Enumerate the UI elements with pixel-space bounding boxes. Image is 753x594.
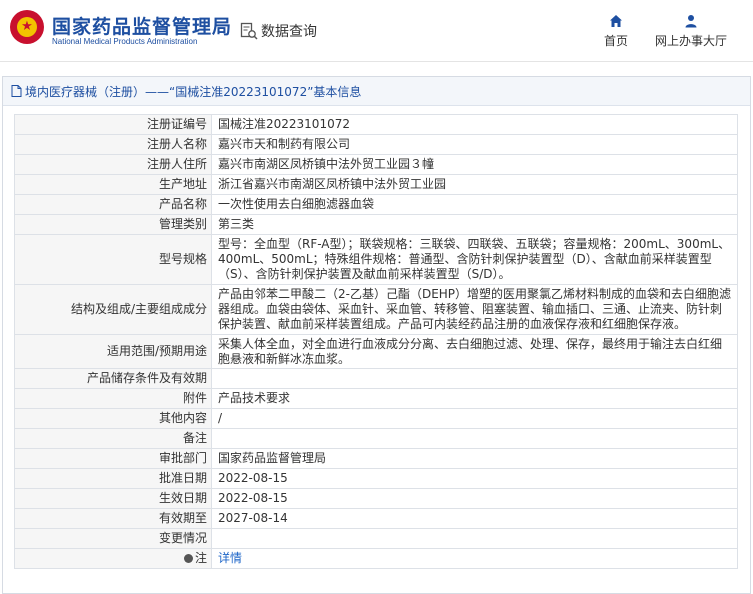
field-value: 产品技术要求: [211, 388, 738, 409]
table-row: 注册人名称 嘉兴市天和制药有限公司: [14, 134, 738, 155]
table-row: 注 详情: [14, 548, 738, 569]
field-value: 嘉兴市南湖区凤桥镇中法外贸工业园３幢: [211, 154, 738, 175]
table-row: 管理类别 第三类: [14, 214, 738, 235]
table-row: 生效日期 2022-08-15: [14, 488, 738, 509]
nav-home-label: 首页: [603, 34, 628, 48]
emblem-inner: ★: [17, 17, 37, 37]
field-value: 一次性使用去白细胞滤器血袋: [211, 194, 738, 215]
field-value: 国家药品监督管理局: [211, 448, 738, 469]
table-row: 型号规格 型号：全血型（RF-A型）；联袋规格：三联袋、四联袋、五联袋；容量规格…: [14, 234, 738, 285]
field-value: 2022-08-15: [211, 488, 738, 509]
star-icon: ★: [21, 19, 33, 34]
table-row: 适用范围/预期用途 采集人体全血，对全血进行血液成分分离、去白细胞过滤、处理、保…: [14, 334, 738, 369]
pin-icon: [183, 554, 193, 563]
table-row: 结构及组成/主要组成成分 产品由邻苯二甲酸二（2-乙基）己酯（DEHP）增塑的医…: [14, 284, 738, 335]
field-value: 产品由邻苯二甲酸二（2-乙基）己酯（DEHP）增塑的医用聚氯乙烯材料制成的血袋和…: [211, 284, 738, 335]
field-value: [211, 428, 738, 449]
field-value: /: [211, 408, 738, 429]
panel-header: 境内医疗器械（注册）——“国械注准20223101072”基本信息: [3, 77, 750, 106]
table-row: 产品名称 一次性使用去白细胞滤器血袋: [14, 194, 738, 215]
field-value: 2022-08-15: [211, 468, 738, 489]
detail-panel: 境内医疗器械（注册）——“国械注准20223101072”基本信息 注册证编号 …: [2, 76, 751, 594]
field-value: 浙江省嘉兴市南湖区凤桥镇中法外贸工业园: [211, 174, 738, 195]
field-value: 2027-08-14: [211, 508, 738, 529]
field-label: 有效期至: [14, 508, 212, 529]
field-label: 审批部门: [14, 448, 212, 469]
field-label: 结构及组成/主要组成成分: [14, 284, 212, 335]
field-label: 注: [194, 551, 207, 565]
table-row: 生产地址 浙江省嘉兴市南湖区凤桥镇中法外贸工业园: [14, 174, 738, 195]
table-row: 附件 产品技术要求: [14, 388, 738, 409]
field-label: 变更情况: [14, 528, 212, 549]
note-label-cell: 注: [14, 548, 212, 569]
field-label: 备注: [14, 428, 212, 449]
site-subtitle: National Medical Products Administration: [52, 37, 198, 46]
table-row: 有效期至 2027-08-14: [14, 508, 738, 529]
registration-info-table: 注册证编号 国械注准20223101072 注册人名称 嘉兴市天和制药有限公司 …: [14, 114, 738, 569]
field-label: 产品名称: [14, 194, 212, 215]
table-row: 注册人住所 嘉兴市南湖区凤桥镇中法外贸工业园３幢: [14, 154, 738, 175]
field-value: 采集人体全血，对全血进行血液成分分离、去白细胞过滤、处理、保存，最终用于输注去白…: [211, 334, 738, 369]
field-value: 国械注准20223101072: [211, 114, 738, 135]
nav-online-office-label: 网上办事大厅: [654, 34, 727, 48]
field-label: 注册人名称: [14, 134, 212, 155]
nav-home[interactable]: 首页: [598, 14, 634, 54]
table-row: 备注: [14, 428, 738, 449]
table-row: 其他内容 /: [14, 408, 738, 429]
field-value: 详情: [211, 548, 738, 569]
field-value: 嘉兴市天和制药有限公司: [211, 134, 738, 155]
field-value: 第三类: [211, 214, 738, 235]
home-icon: [610, 15, 622, 27]
search-document-icon: [240, 22, 258, 40]
field-label: 产品储存条件及有效期: [14, 368, 212, 389]
table-row: 产品储存条件及有效期: [14, 368, 738, 389]
field-label: 管理类别: [14, 214, 212, 235]
field-label: 生效日期: [14, 488, 212, 509]
field-value: [211, 528, 738, 549]
user-icon: [685, 15, 697, 28]
details-link[interactable]: 详情: [218, 551, 242, 565]
panel-title: 境内医疗器械（注册）——“国械注准20223101072”基本信息: [25, 84, 362, 99]
document-icon: [11, 85, 22, 97]
field-label: 注册证编号: [14, 114, 212, 135]
data-search-label: 数据查询: [261, 24, 317, 40]
field-label: 型号规格: [14, 234, 212, 285]
field-label: 注册人住所: [14, 154, 212, 175]
data-search-link[interactable]: 数据查询: [240, 21, 317, 41]
field-label: 附件: [14, 388, 212, 409]
field-label: 批准日期: [14, 468, 212, 489]
field-label: 生产地址: [14, 174, 212, 195]
site-title[interactable]: 国家药品监督管理局: [52, 12, 232, 39]
table-row: 审批部门 国家药品监督管理局: [14, 448, 738, 469]
nav-online-office[interactable]: 网上办事大厅: [652, 14, 730, 54]
table-row: 注册证编号 国械注准20223101072: [14, 114, 738, 135]
emblem-logo[interactable]: ★: [10, 10, 44, 44]
field-value: 型号：全血型（RF-A型）；联袋规格：三联袋、四联袋、五联袋；容量规格：200m…: [211, 234, 738, 285]
field-value: [211, 368, 738, 389]
table-row: 批准日期 2022-08-15: [14, 468, 738, 489]
site-header: ★ 国家药品监督管理局 National Medical Products Ad…: [0, 0, 753, 62]
table-row: 变更情况: [14, 528, 738, 549]
field-label: 其他内容: [14, 408, 212, 429]
field-label: 适用范围/预期用途: [14, 334, 212, 369]
